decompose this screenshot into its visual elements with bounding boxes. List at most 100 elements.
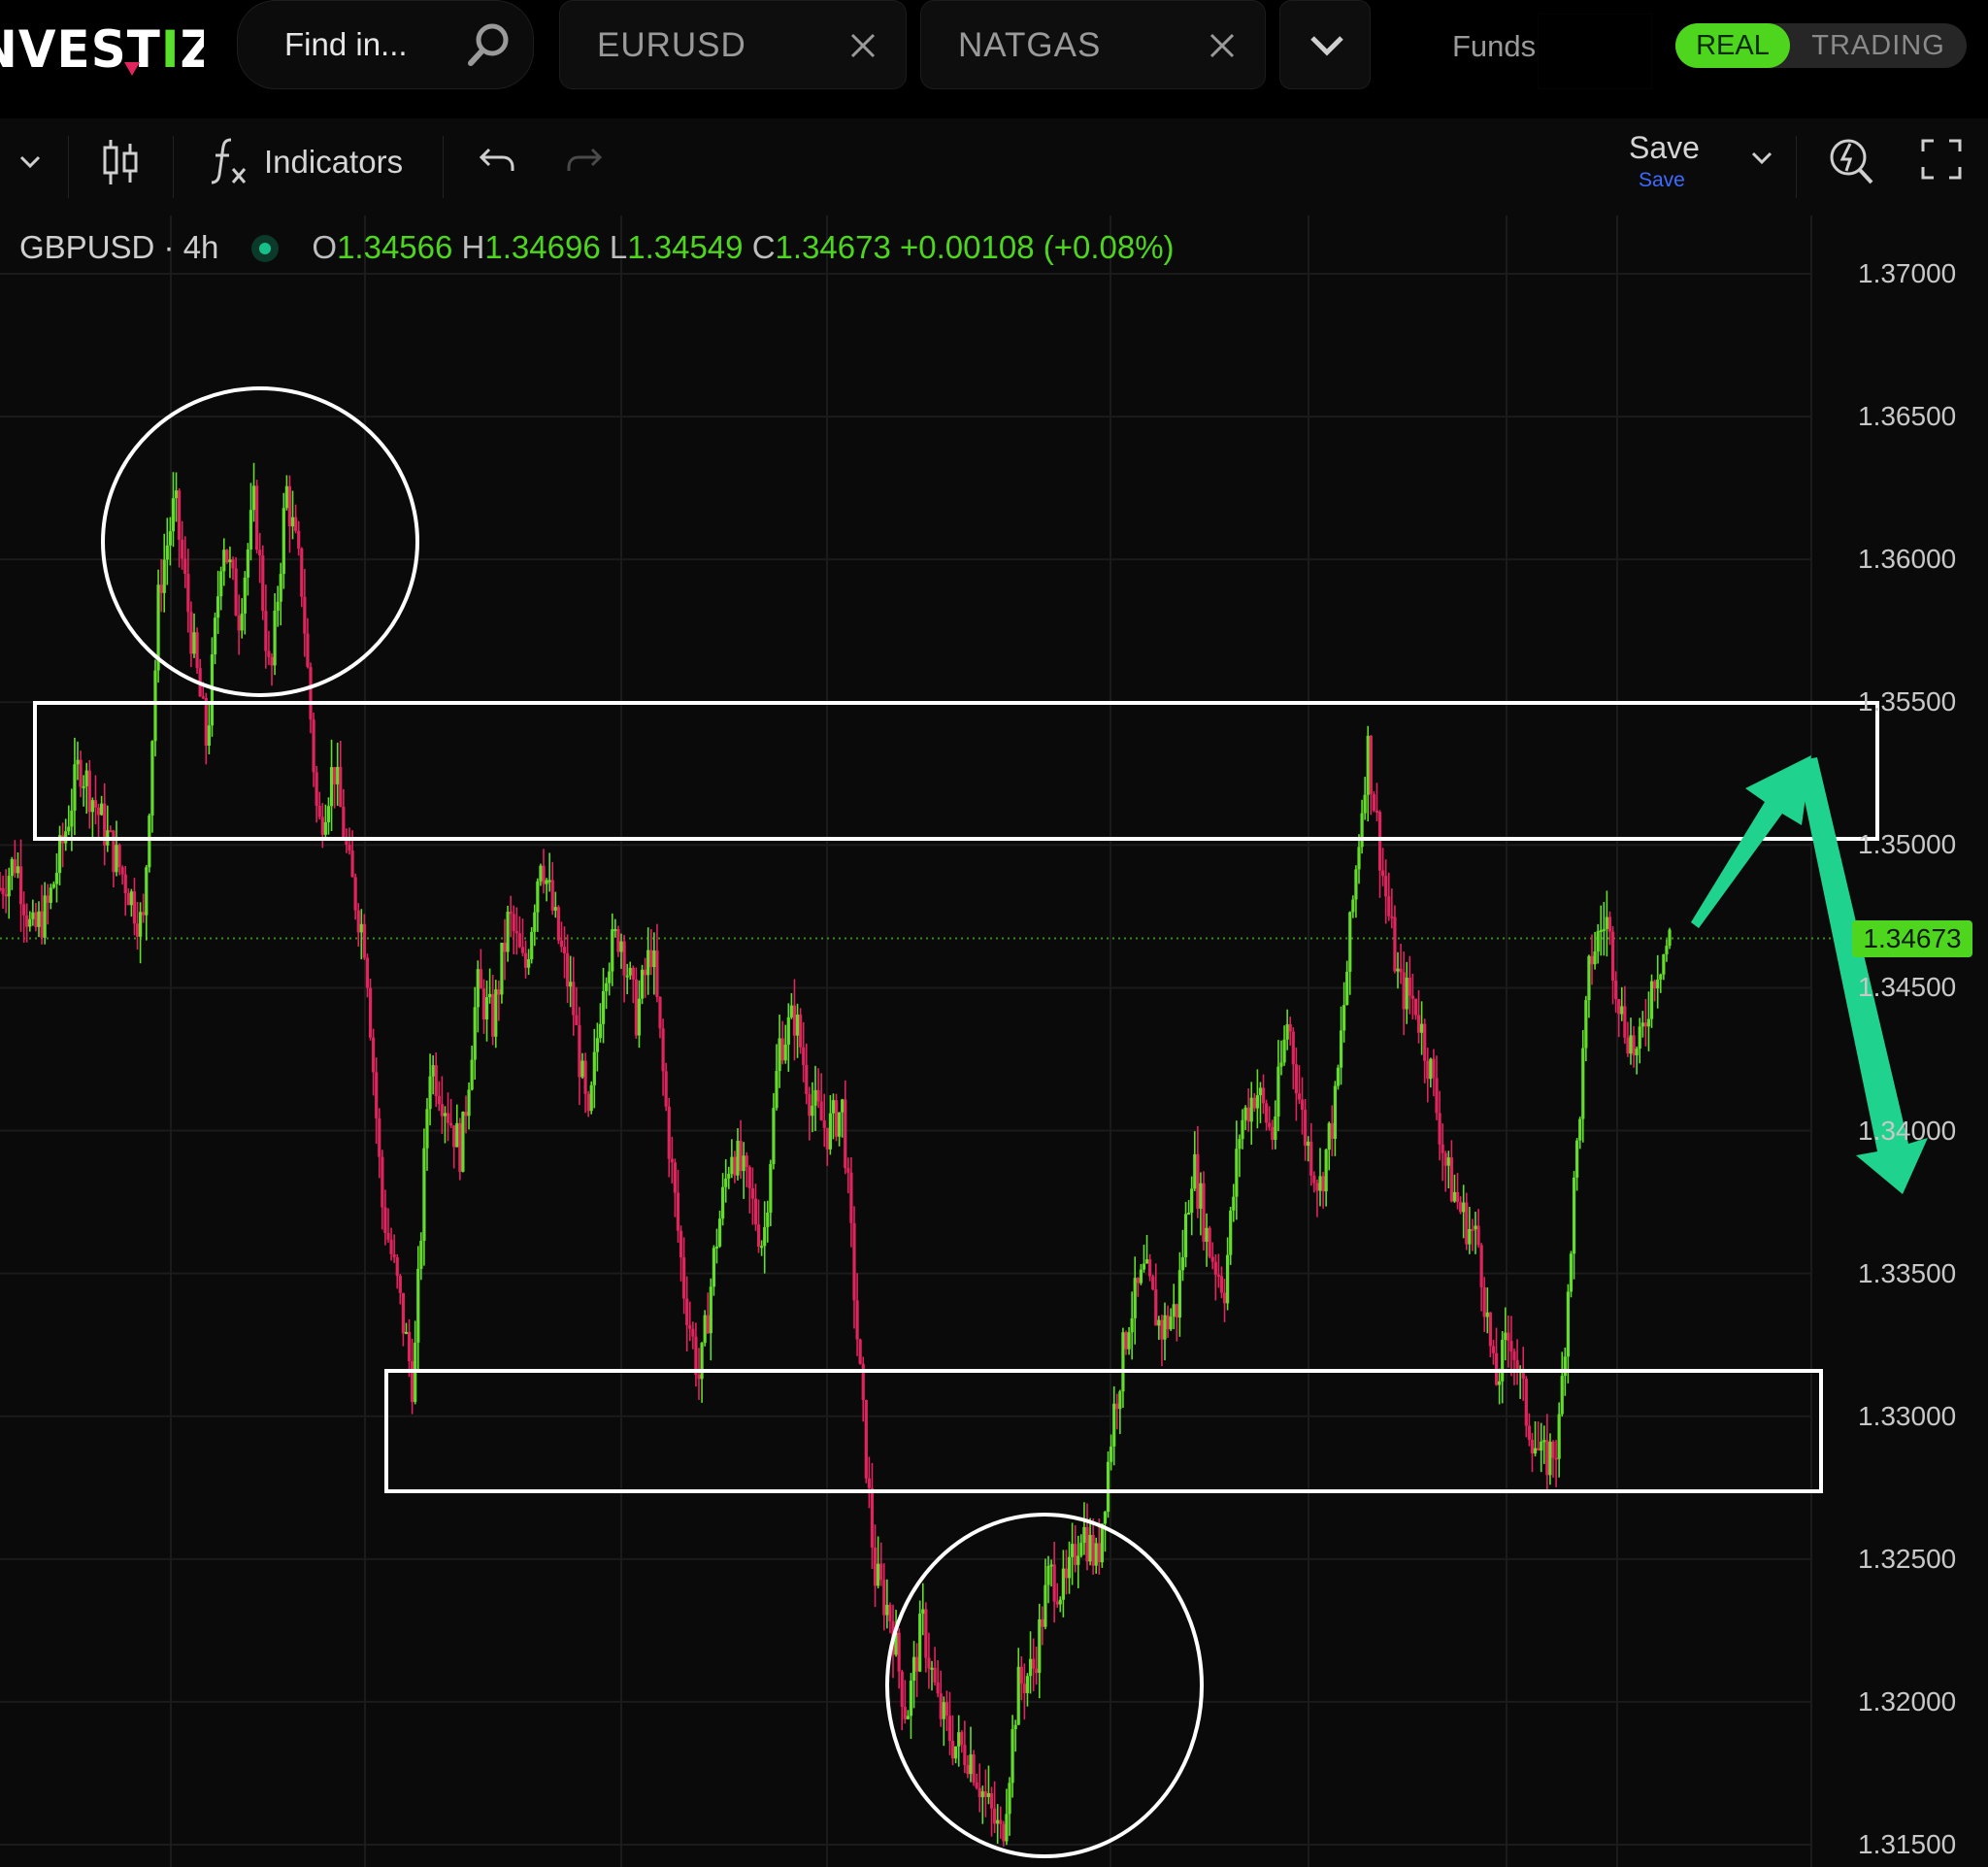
candle-body [1408, 977, 1411, 996]
candle-body [1208, 1227, 1211, 1257]
candle-body [1103, 1512, 1108, 1524]
account-mode-toggle[interactable]: REAL TRADING [1675, 23, 1967, 68]
candle-body [458, 1122, 462, 1172]
candle-body [4, 894, 8, 897]
candle-body [915, 1656, 919, 1672]
candle-body [183, 558, 187, 575]
candle-body [1542, 1440, 1546, 1443]
candle-body [1449, 1157, 1453, 1202]
close-icon[interactable] [1209, 32, 1236, 59]
candle-body [145, 867, 149, 916]
candle-body [192, 632, 196, 654]
candle-body [1177, 1270, 1181, 1318]
tab-natgas[interactable]: NATGAS [920, 0, 1266, 89]
candle-body [1094, 1543, 1098, 1566]
candle-body [1599, 929, 1603, 932]
candle-body [323, 821, 327, 835]
candle-body [1085, 1526, 1089, 1562]
candle-body [1100, 1523, 1104, 1563]
candle-body [559, 940, 564, 948]
close-icon[interactable] [849, 32, 877, 59]
candle-body [714, 1246, 719, 1249]
mode-trading-button[interactable]: TRADING [1794, 23, 1963, 68]
candle-body [583, 1060, 587, 1094]
candle-body [49, 887, 52, 903]
redo-icon[interactable] [565, 144, 604, 175]
candle-body [1032, 1658, 1036, 1669]
candle-body [721, 1186, 725, 1219]
price-axis-label: 1.34500 [1858, 972, 1957, 1003]
candle-body [1064, 1568, 1069, 1579]
symbol-timeframe[interactable]: GBPUSD · 4h [19, 229, 218, 265]
candle-body [1593, 950, 1597, 965]
candle-body [517, 933, 521, 948]
candle-body [885, 1604, 889, 1616]
candle-body [999, 1819, 1003, 1824]
candle-body [437, 1095, 441, 1105]
toolbar-divider [1796, 136, 1797, 198]
candle-body [1623, 1006, 1627, 1038]
candle-body [1304, 1110, 1308, 1147]
candle-body [22, 904, 26, 916]
candle-body [769, 1163, 773, 1214]
search-input[interactable]: Find in... [237, 0, 534, 89]
candle-body [911, 1656, 916, 1682]
candle-body [575, 1015, 579, 1025]
candle-body [697, 1375, 701, 1380]
candle-body [750, 1187, 754, 1199]
candle-body [870, 1487, 875, 1549]
toolbar-divider [68, 136, 69, 198]
candle-body [419, 1241, 423, 1269]
candle-body [1088, 1534, 1092, 1562]
candle-body [1046, 1566, 1050, 1585]
quick-search-icon[interactable] [1827, 134, 1875, 186]
tabs-dropdown-button[interactable] [1279, 0, 1371, 89]
mode-real-button[interactable]: REAL [1675, 23, 1790, 68]
candle-body [336, 766, 340, 784]
candle-body [282, 508, 285, 575]
candle-body [1193, 1153, 1197, 1189]
fx-icon[interactable] [208, 136, 250, 186]
undo-icon[interactable] [478, 144, 516, 175]
candle-body [841, 1099, 845, 1113]
candle-body [1157, 1319, 1161, 1326]
candle-body [789, 1005, 793, 1017]
candle-body [148, 815, 151, 868]
candle-body [372, 1037, 376, 1073]
candle-body [401, 1292, 405, 1334]
chevron-down-icon[interactable] [17, 153, 43, 171]
candle-body [375, 1072, 379, 1118]
funds-label: Funds: [1452, 29, 1544, 63]
candlestick-icon[interactable] [101, 138, 140, 186]
candle-body [649, 950, 653, 968]
candle-body [1118, 1391, 1122, 1410]
candle-body [939, 1693, 943, 1719]
candle-body [503, 943, 507, 952]
candle-body [667, 1106, 671, 1159]
candle-body [682, 1257, 686, 1299]
price-chart[interactable] [0, 216, 1988, 1867]
candle-body [933, 1667, 937, 1683]
candle-body [1285, 1023, 1289, 1040]
candle-body [1438, 1113, 1441, 1145]
candle-body [530, 931, 534, 960]
candle-body [605, 983, 609, 991]
candle-body [1635, 1049, 1639, 1055]
fullscreen-icon[interactable] [1920, 138, 1963, 181]
candle-body [700, 1343, 704, 1380]
candle-body [783, 1044, 787, 1061]
brand-logo[interactable]: NVESTIZO [0, 16, 204, 83]
candle-body [1154, 1289, 1158, 1326]
candle-body [816, 1089, 820, 1102]
candle-body [1590, 955, 1594, 965]
price-axis-label: 1.37000 [1858, 258, 1957, 288]
chevron-down-icon[interactable] [1749, 150, 1774, 167]
candle-body [201, 696, 205, 699]
candle-body [619, 941, 623, 952]
tab-eurusd[interactable]: EURUSD [559, 0, 907, 89]
candle-body [822, 1119, 826, 1128]
candle-body [918, 1614, 922, 1672]
save-button[interactable]: Save [1629, 130, 1700, 166]
candle-body [1219, 1276, 1224, 1293]
indicators-button[interactable]: Indicators [264, 144, 403, 181]
